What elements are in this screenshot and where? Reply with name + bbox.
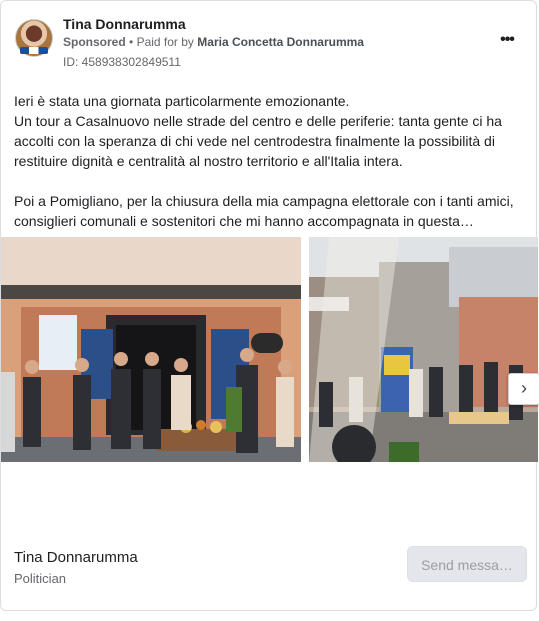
sponsored-meta: Sponsored • Paid for by Maria Concetta D… [63,35,364,49]
chevron-right-icon: › [521,378,527,398]
post-paragraph-2: Poi a Pomigliano, per la chiusura della … [14,193,514,229]
post-text: Ieri è stata una giornata particolarment… [14,91,524,231]
more-options-icon[interactable]: ••• [495,31,519,51]
event-photo-2-image [309,237,538,462]
sponsored-label: Sponsored [63,35,126,49]
carousel-photo-1[interactable] [1,237,301,462]
post-paragraph-1: Un tour a Casalnuovo nelle strade del ce… [14,113,502,169]
footer-page-name[interactable]: Tina Donnarumma [14,549,138,566]
paid-for-name: Maria Concetta Donnarumma [197,35,364,49]
paid-for-prefix: Paid for by [136,35,194,49]
ad-card: Tina Donnarumma Sponsored • Paid for by … [0,0,539,611]
event-photo-1-image [1,237,301,462]
footer-page-category: Politician [14,571,67,586]
post-line-1: Ieri è stata una giornata particolarment… [14,93,350,109]
advertiser-name[interactable]: Tina Donnarumma [63,16,186,32]
image-carousel[interactable] [1,237,538,462]
carousel-photo-2[interactable] [309,237,538,462]
ad-id: ID: 458938302849511 [63,55,181,69]
meta-separator: • [129,35,134,49]
carousel-next-button[interactable]: › [508,373,539,405]
party-logo-icon [20,47,48,54]
advertiser-avatar[interactable] [15,19,53,57]
send-message-button[interactable]: Send messa… [407,546,527,582]
